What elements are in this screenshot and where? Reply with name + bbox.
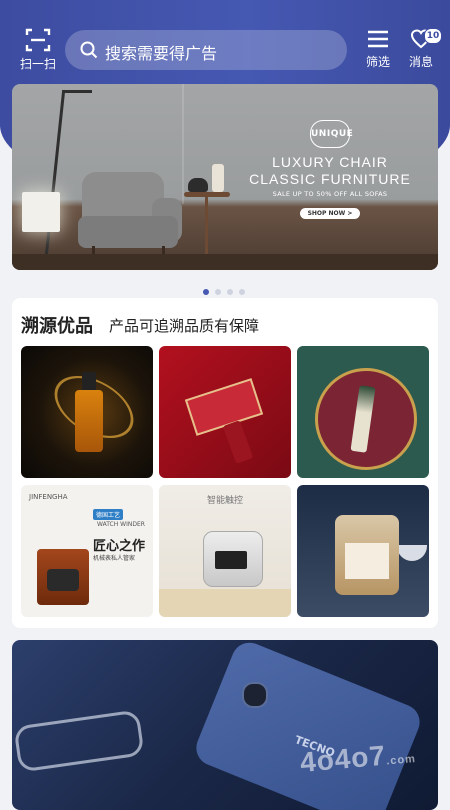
banner-text: UNIQUE LUXURY CHAIR CLASSIC FURNITURE SA… [240,120,420,219]
filter-label: 筛选 [365,55,390,69]
glasses-decoration [13,709,145,773]
section-subtitle: 产品可追溯品质有保障 [109,317,260,335]
shop-now-button[interactable]: SHOP NOW > [299,208,361,219]
tile-headline: 智能触控 [206,496,243,506]
watch-winder-label: WATCH WINDER [97,521,145,528]
product-tile-sauce-jar[interactable] [297,485,429,617]
serum-bottle [75,390,103,452]
promo-banner[interactable]: UNIQUE LUXURY CHAIR CLASSIC FURNITURE SA… [12,84,438,270]
watch-winder-face [47,569,79,591]
side-table-leg [205,196,208,260]
message-label: 消息 [408,55,433,69]
jar-label [345,543,389,579]
elephant-figurine [188,178,208,192]
banner-title-line2: CLASSIC FURNITURE [249,171,411,187]
product-tile-serum[interactable] [21,346,153,478]
banner-title-line1: LUXURY CHAIR [272,154,388,170]
menu-icon [368,30,388,48]
search-placeholder: 搜索需要得广告 [105,44,218,63]
product-tile-lipstick[interactable] [159,346,291,478]
brand-label: JINFENGHA [29,493,68,501]
carousel-dot[interactable] [239,289,245,295]
section-title: 溯源优品 [21,316,93,337]
scan-button[interactable]: 扫一扫 [14,28,62,72]
tile-headline: 匠心之作 [93,539,146,554]
product-tile-cooker[interactable]: 智能触控 [159,485,291,617]
armchair-seat [78,216,178,248]
floor-lamp-pole [39,91,65,270]
cooker-screen [215,551,247,569]
carousel-dot[interactable] [227,289,233,295]
message-badge: 10 [424,28,442,44]
wall-panel [182,84,184,204]
lipstick [222,420,254,464]
watermark-text: 4o4o7 [298,739,388,778]
top-bar: 扫一扫 搜索需要得广告 筛选 10 消息 [0,22,450,78]
search-input[interactable]: 搜索需要得广告 [65,30,347,70]
search-icon [80,41,98,59]
floor-rug [12,254,438,270]
traceable-products-section: 溯源优品 产品可追溯品质有保障 JINFENGHA 德国工艺 WATCH WIN… [12,298,438,628]
tile-caption: 机械表私人管家 [93,555,136,562]
bowl [397,545,427,561]
carousel-dots [203,280,251,295]
phone-banner[interactable]: TECNO [12,640,438,810]
carousel-dot[interactable] [203,289,209,295]
banner-subtitle: SALE UP TO 50% OFF ALL SOFAS [272,190,388,198]
scan-label: 扫一扫 [19,57,56,71]
floor-lamp-shade [22,192,60,232]
camera-icon [242,682,268,708]
messages-button[interactable]: 10 消息 [402,28,442,70]
carousel-dot[interactable] [215,289,221,295]
watermark-suffix: .com [385,752,417,768]
smartphone [190,640,426,810]
product-tile-cream[interactable] [297,346,429,478]
unique-seal-logo: UNIQUE [310,120,353,148]
floor-lamp-arm [62,90,92,93]
bottle-cap [82,372,96,392]
product-tile-watch-winder[interactable]: JINFENGHA 德国工艺 WATCH WINDER 匠心之作 机械表私人管家 [21,485,153,617]
filter-button[interactable]: 筛选 [359,28,397,70]
vase [212,164,224,192]
scan-icon [25,28,51,52]
kitchen-shelf [159,589,291,617]
craft-tag: 德国工艺 [93,509,124,520]
